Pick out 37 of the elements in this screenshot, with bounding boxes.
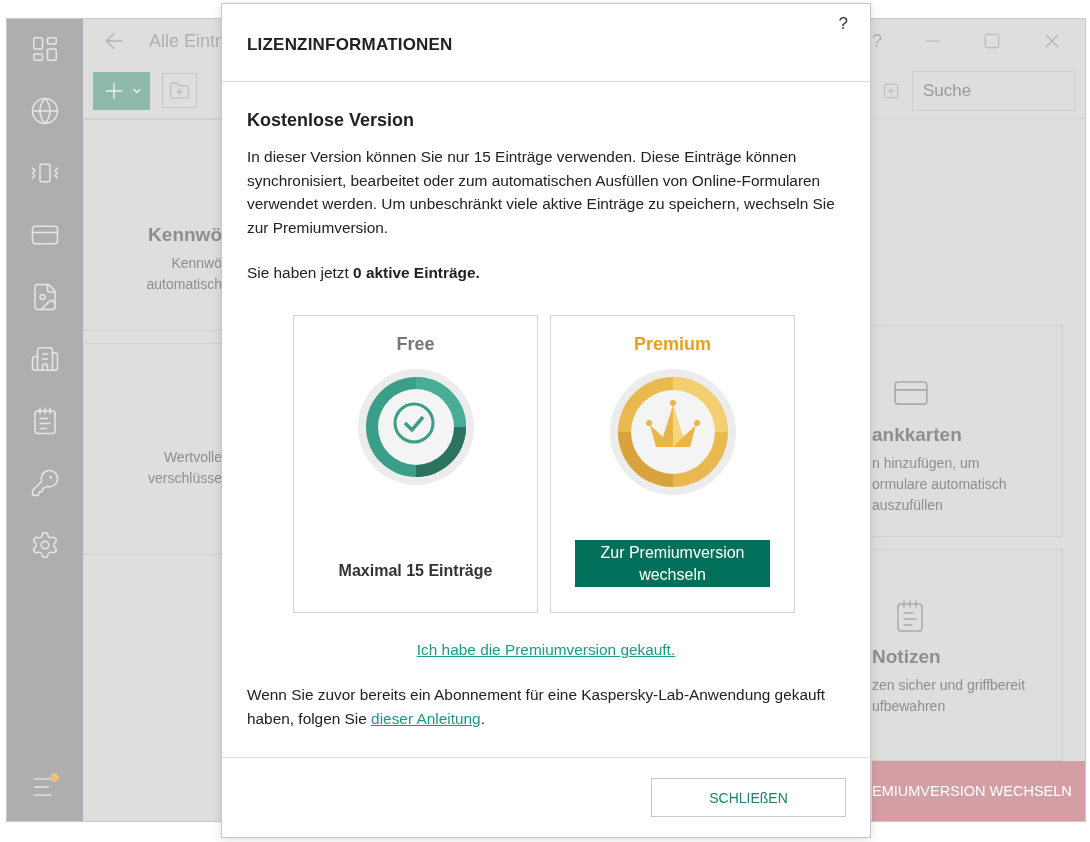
card-title: Notizen [872,646,941,668]
footer-text: Wenn Sie zuvor bereits ein Abonnement für eine Kaspersky-Lab-Anwendung gekauft haben, folgen Sie dieser Anleitung. [247,685,827,729]
new-folder-button[interactable] [162,73,197,108]
add-button[interactable] [93,71,150,110]
section-heading: Kostenlose Version [247,110,416,131]
plan-name: Premium [634,334,711,355]
purchased-link[interactable]: Ich habe die Premiumversion gekauft. [416,641,676,659]
card-text: ormulare automatisch [872,475,1007,494]
card-text: Kennwö [171,254,222,273]
card-title: Kennwö [148,224,222,246]
crown-medal-icon [607,367,738,497]
upgrade-button[interactable]: EMIUMVERSION WECHSELN [872,761,1085,821]
card-text: ufbewahren [872,697,946,716]
help-button[interactable]: ? [838,14,848,34]
description-text: In dieser Version können Sie nur 15 Einträge verwenden. Diese Einträge können synchronisiert, bearbeitet oder zum automatischen Ausfüllen von Online-Formularen verwendet werden. Um unbeschränkt viele aktive Einträge zu speichern, wechseln Sie zur Premiumversion. [247,147,836,238]
card-text: zen sicher und griffbereit [872,676,1026,695]
check-medal-icon [355,367,476,487]
card-text: verschlüsse [148,469,222,488]
close-button[interactable]: SCHLIEßEN [651,778,846,817]
search-field[interactable]: Suche [912,70,1075,111]
plan-limit-text: Maximal 15 Einträge [338,562,493,580]
card-title: ankkarten [872,424,962,446]
card-text: automatisch [146,275,222,294]
key-icon[interactable] [29,467,61,499]
dialog-title: LIZENZINFORMATIONEN [247,34,453,55]
globe-icon[interactable] [29,95,61,127]
add-square-icon[interactable] [882,81,900,100]
help-icon[interactable]: ? [872,30,882,52]
card-text: Wertvolle [163,448,222,467]
card-text: n hinzufügen, um [872,454,980,473]
category-card[interactable]: ankkarten n hinzufügen, um ormulare automatisch auszufüllen [872,325,1063,537]
instructions-link[interactable]: dieser Anleitung [371,709,481,727]
card-text: auszufüllen [872,496,943,515]
maximize-icon[interactable] [983,32,1002,50]
upgrade-button[interactable]: Zur Premiumversion wechseln [575,540,770,587]
status-text: Sie haben jetzt 0 aktive Einträge. [247,264,481,282]
plan-name: Free [396,334,435,355]
